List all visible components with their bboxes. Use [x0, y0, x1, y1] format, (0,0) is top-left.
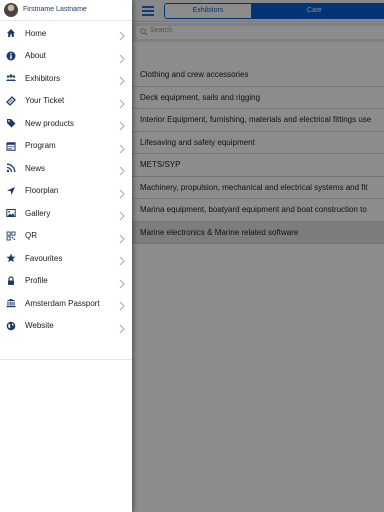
drawer-menu: Home About Exhibitors Your Ticket New pr…	[0, 22, 132, 337]
chevron-right-icon	[119, 28, 125, 41]
sidebar-item-program[interactable]: Program	[0, 135, 132, 158]
chevron-right-icon	[119, 118, 125, 131]
sidebar-item-floorplan[interactable]: Floorplan	[0, 180, 132, 203]
profile-header[interactable]: Firstname Lastname	[0, 0, 132, 21]
chevron-right-icon	[119, 276, 125, 288]
chevron-right-icon	[119, 96, 125, 108]
sidebar-item-new-products[interactable]: New products	[0, 112, 132, 135]
chevron-right-icon	[119, 231, 125, 243]
sidebar-item-favourites[interactable]: Favourites	[0, 247, 132, 270]
sidebar-item-label: Exhibitors	[25, 73, 61, 83]
sidebar-item-label: Website	[25, 321, 54, 331]
sidebar-item-your-ticket[interactable]: Your Ticket	[0, 90, 132, 113]
avatar	[4, 3, 18, 17]
location-arrow-icon	[6, 186, 16, 196]
sidebar-item-label: Home	[25, 28, 47, 38]
chevron-right-icon	[119, 51, 125, 63]
home-icon	[6, 28, 16, 38]
chevron-right-icon	[119, 186, 125, 198]
chevron-right-icon	[119, 321, 125, 333]
chevron-right-icon	[119, 253, 125, 266]
sidebar-item-label: Program	[25, 141, 56, 151]
sidebar-item-news[interactable]: News	[0, 157, 132, 180]
lock-icon	[6, 275, 16, 286]
chevron-right-icon	[119, 73, 125, 86]
sidebar-item-website[interactable]: Website	[0, 315, 132, 338]
bank-icon	[6, 298, 16, 308]
tag-icon	[6, 118, 16, 128]
sidebar-item-profile[interactable]: Profile	[0, 270, 132, 293]
chevron-right-icon	[119, 163, 125, 176]
sidebar-item-label: About	[25, 51, 46, 61]
sidebar-item-label: New products	[25, 118, 74, 128]
sidebar-item-exhibitors[interactable]: Exhibitors	[0, 67, 132, 90]
ticket-icon	[6, 95, 16, 106]
sidebar-item-amsterdam-passport[interactable]: Amsterdam Passport	[0, 292, 132, 315]
chevron-right-icon	[119, 298, 125, 311]
sidebar-item-label: Floorplan	[25, 186, 59, 196]
sidebar-item-qr[interactable]: QR	[0, 225, 132, 248]
chevron-right-icon	[119, 208, 125, 221]
calendar-icon	[6, 141, 16, 151]
profile-name: Firstname Lastname	[23, 6, 87, 13]
sidebar-item-label: Favourites	[25, 253, 63, 263]
sidebar-item-home[interactable]: Home	[0, 22, 132, 45]
side-drawer: Firstname Lastname Home About Exhibitors	[0, 0, 132, 512]
dim-overlay[interactable]	[132, 0, 384, 512]
info-icon	[6, 51, 16, 61]
menu-divider	[0, 359, 132, 360]
image-icon	[6, 208, 16, 218]
sidebar-item-label: Gallery	[25, 208, 51, 218]
qr-code-icon	[6, 231, 16, 241]
sidebar-item-label: Your Ticket	[25, 96, 65, 106]
sidebar-item-label: Profile	[25, 276, 48, 286]
rss-icon	[6, 163, 16, 173]
people-icon	[6, 73, 16, 83]
star-icon	[6, 253, 16, 263]
sidebar-item-label: Amsterdam Passport	[25, 298, 100, 308]
chevron-right-icon	[119, 141, 125, 153]
sidebar-item-label: News	[25, 163, 46, 173]
sidebar-item-label: QR	[25, 231, 37, 241]
sidebar-item-gallery[interactable]: Gallery	[0, 202, 132, 225]
globe-icon	[6, 321, 16, 331]
sidebar-item-about[interactable]: About	[0, 45, 132, 68]
